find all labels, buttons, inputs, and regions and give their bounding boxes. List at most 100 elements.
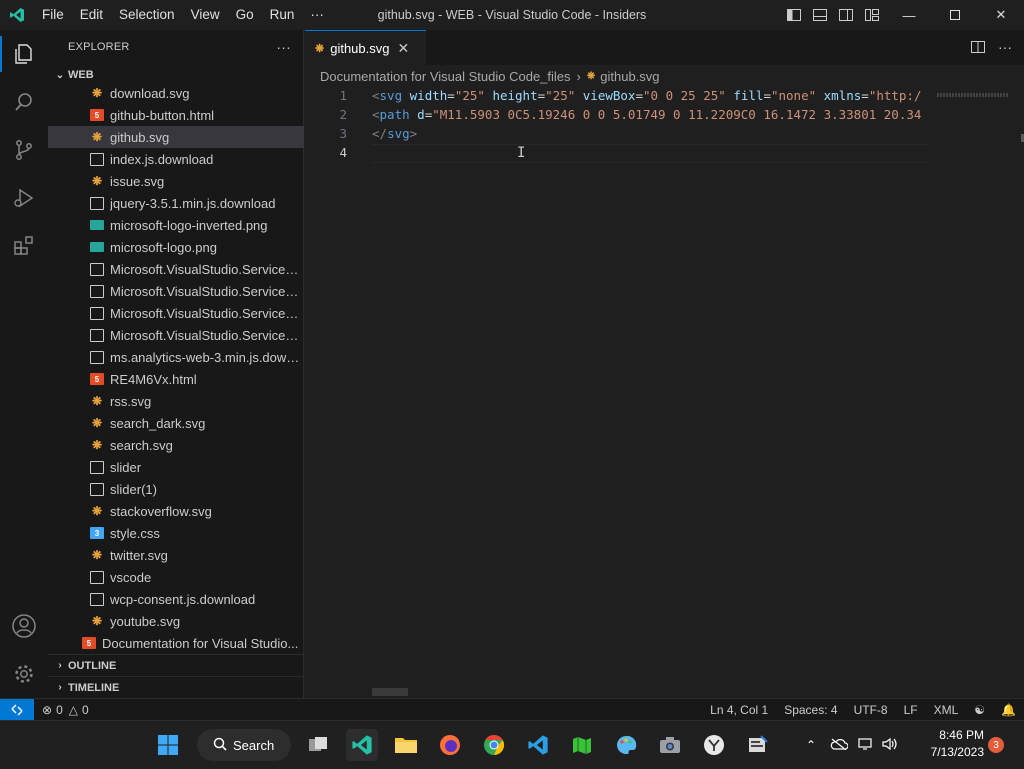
file-tree-item[interactable]: ❋ youtube.svg: [48, 610, 304, 632]
minimap[interactable]: [937, 87, 1011, 97]
file-tree-item[interactable]: wcp-consent.js.download: [48, 588, 304, 610]
code-editor[interactable]: 1 <svg width="25" height="25" viewBox="0 …: [305, 87, 1024, 698]
html-file-icon: 5: [90, 109, 104, 121]
notifications-bell-icon[interactable]: 🔔: [993, 703, 1024, 717]
cursor-position[interactable]: Ln 4, Col 1: [702, 703, 776, 717]
file-tree-item[interactable]: ❋ download.svg: [48, 82, 304, 104]
file-tree-item[interactable]: ❋ twitter.svg: [48, 544, 304, 566]
file-tree-item[interactable]: Microsoft.VisualStudio.Services....: [48, 280, 304, 302]
volume-icon[interactable]: [878, 737, 902, 754]
vscode-insiders-taskbar-icon[interactable]: [346, 729, 378, 761]
chrome-icon[interactable]: [478, 729, 510, 761]
code-line[interactable]: </svg>: [372, 126, 928, 141]
accounts-icon[interactable]: [0, 602, 48, 650]
search-label: Search: [233, 737, 275, 753]
breadcrumb-folder[interactable]: Documentation for Visual Studio Code_fil…: [320, 69, 571, 84]
task-view-icon[interactable]: [302, 729, 334, 761]
extensions-icon[interactable]: [0, 222, 48, 270]
file-tree-item[interactable]: microsoft-logo.png: [48, 236, 304, 258]
paint-app-icon[interactable]: [610, 729, 642, 761]
notification-badge[interactable]: 3: [988, 737, 1004, 753]
more-actions-icon[interactable]: ···: [998, 39, 1012, 58]
svg-file-icon: ❋: [91, 416, 103, 430]
toggle-panel-icon[interactable]: [812, 7, 828, 23]
line-number: 3: [339, 126, 347, 141]
file-tree-item[interactable]: 5 RE4M6Vx.html: [48, 368, 304, 390]
chevron-up-icon[interactable]: ⌃: [798, 738, 824, 752]
menu-file[interactable]: File: [34, 0, 72, 30]
code-line[interactable]: <svg width="25" height="25" viewBox="0 0…: [372, 88, 928, 103]
file-tree-item[interactable]: Microsoft.VisualStudio.Services....: [48, 324, 304, 346]
camera-icon[interactable]: [654, 729, 686, 761]
taskbar-search-button[interactable]: Search: [197, 729, 291, 761]
menu-selection[interactable]: Selection: [111, 0, 183, 30]
horizontal-scrollbar[interactable]: [372, 688, 408, 696]
language-mode[interactable]: XML: [926, 703, 967, 717]
file-icon: [90, 306, 104, 320]
menu-go[interactable]: Go: [228, 0, 262, 30]
split-editor-icon[interactable]: [970, 39, 986, 58]
file-icon: [90, 460, 104, 474]
close-window-icon[interactable]: ✕: [978, 0, 1024, 30]
file-tree-item[interactable]: slider(1): [48, 478, 304, 500]
file-name: jquery-3.5.1.min.js.download: [110, 195, 276, 211]
folder-web-label: WEB: [68, 69, 94, 81]
remote-indicator-icon[interactable]: [0, 698, 34, 721]
explorer-icon[interactable]: [0, 30, 48, 78]
snipping-tool-icon[interactable]: [742, 729, 774, 761]
visual-studio-code-icon[interactable]: [522, 729, 554, 761]
clock-app-icon[interactable]: [698, 729, 730, 761]
file-tree-item[interactable]: Microsoft.VisualStudio.Services....: [48, 302, 304, 324]
toggle-primary-sidebar-icon[interactable]: [786, 7, 802, 23]
menu-run[interactable]: Run: [262, 0, 303, 30]
firefox-icon[interactable]: [434, 729, 466, 761]
menu-more[interactable]: ···: [302, 0, 332, 30]
file-tree-item[interactable]: ❋ rss.svg: [48, 390, 304, 412]
file-tree-item[interactable]: microsoft-logo-inverted.png: [48, 214, 304, 236]
encoding[interactable]: UTF-8: [846, 703, 896, 717]
end-of-line[interactable]: LF: [896, 703, 926, 717]
timeline-section[interactable]: › TIMELINE: [48, 676, 304, 698]
file-tree-item[interactable]: 5 github-button.html: [48, 104, 304, 126]
file-tree-item[interactable]: ❋ stackoverflow.svg: [48, 500, 304, 522]
start-windows-icon[interactable]: [152, 729, 184, 761]
minimize-icon[interactable]: —: [886, 0, 932, 30]
file-tree-item[interactable]: ms.analytics-web-3.min.js.down...: [48, 346, 304, 368]
manage-gear-icon[interactable]: [0, 650, 48, 698]
layout-controls: [786, 7, 880, 23]
file-tree-item[interactable]: Microsoft.VisualStudio.Services....: [48, 258, 304, 280]
outline-section[interactable]: › OUTLINE: [48, 654, 304, 676]
source-control-icon[interactable]: [0, 126, 48, 174]
tab-github-svg[interactable]: ❋ github.svg ✕: [305, 30, 426, 65]
close-tab-icon[interactable]: ✕: [397, 40, 409, 57]
code-line[interactable]: <path d="M11.5903 0C5.19246 0 0 5.01749 …: [372, 107, 928, 122]
file-tree-item[interactable]: 3 style.css: [48, 522, 304, 544]
menu-view[interactable]: View: [183, 0, 228, 30]
file-name: wcp-consent.js.download: [110, 591, 256, 607]
run-debug-icon[interactable]: [0, 174, 48, 222]
customize-layout-icon[interactable]: [864, 7, 880, 23]
file-tree-item[interactable]: vscode: [48, 566, 304, 588]
file-tree-item[interactable]: index.js.download: [48, 148, 304, 170]
file-tree-item[interactable]: 5 Documentation for Visual Studio...: [48, 632, 304, 654]
problems-indicator[interactable]: ⊗ 0 △ 0: [34, 703, 89, 717]
file-tree-item[interactable]: jquery-3.5.1.min.js.download: [48, 192, 304, 214]
toggle-secondary-sidebar-icon[interactable]: [838, 7, 854, 23]
network-icon[interactable]: [854, 737, 878, 754]
maps-app-icon[interactable]: [566, 729, 598, 761]
explorer-more-actions-icon[interactable]: ···: [276, 39, 291, 55]
file-tree-item[interactable]: ❋ search.svg: [48, 434, 304, 456]
taskbar-clock[interactable]: 8:46 PM 7/13/2023: [914, 727, 984, 761]
file-tree-item[interactable]: ❋ issue.svg: [48, 170, 304, 192]
maximize-icon[interactable]: [932, 0, 978, 30]
file-tree-item[interactable]: ❋ search_dark.svg: [48, 412, 304, 434]
feedback-icon[interactable]: ☯: [966, 703, 993, 717]
file-tree-item[interactable]: ❋ github.svg: [48, 126, 304, 148]
breadcrumb-file[interactable]: github.svg: [600, 69, 659, 84]
menu-edit[interactable]: Edit: [72, 0, 111, 30]
file-explorer-icon[interactable]: [390, 729, 422, 761]
indentation[interactable]: Spaces: 4: [776, 703, 845, 717]
search-icon[interactable]: [0, 78, 48, 126]
onedrive-icon[interactable]: [824, 738, 854, 753]
file-tree-item[interactable]: slider: [48, 456, 304, 478]
